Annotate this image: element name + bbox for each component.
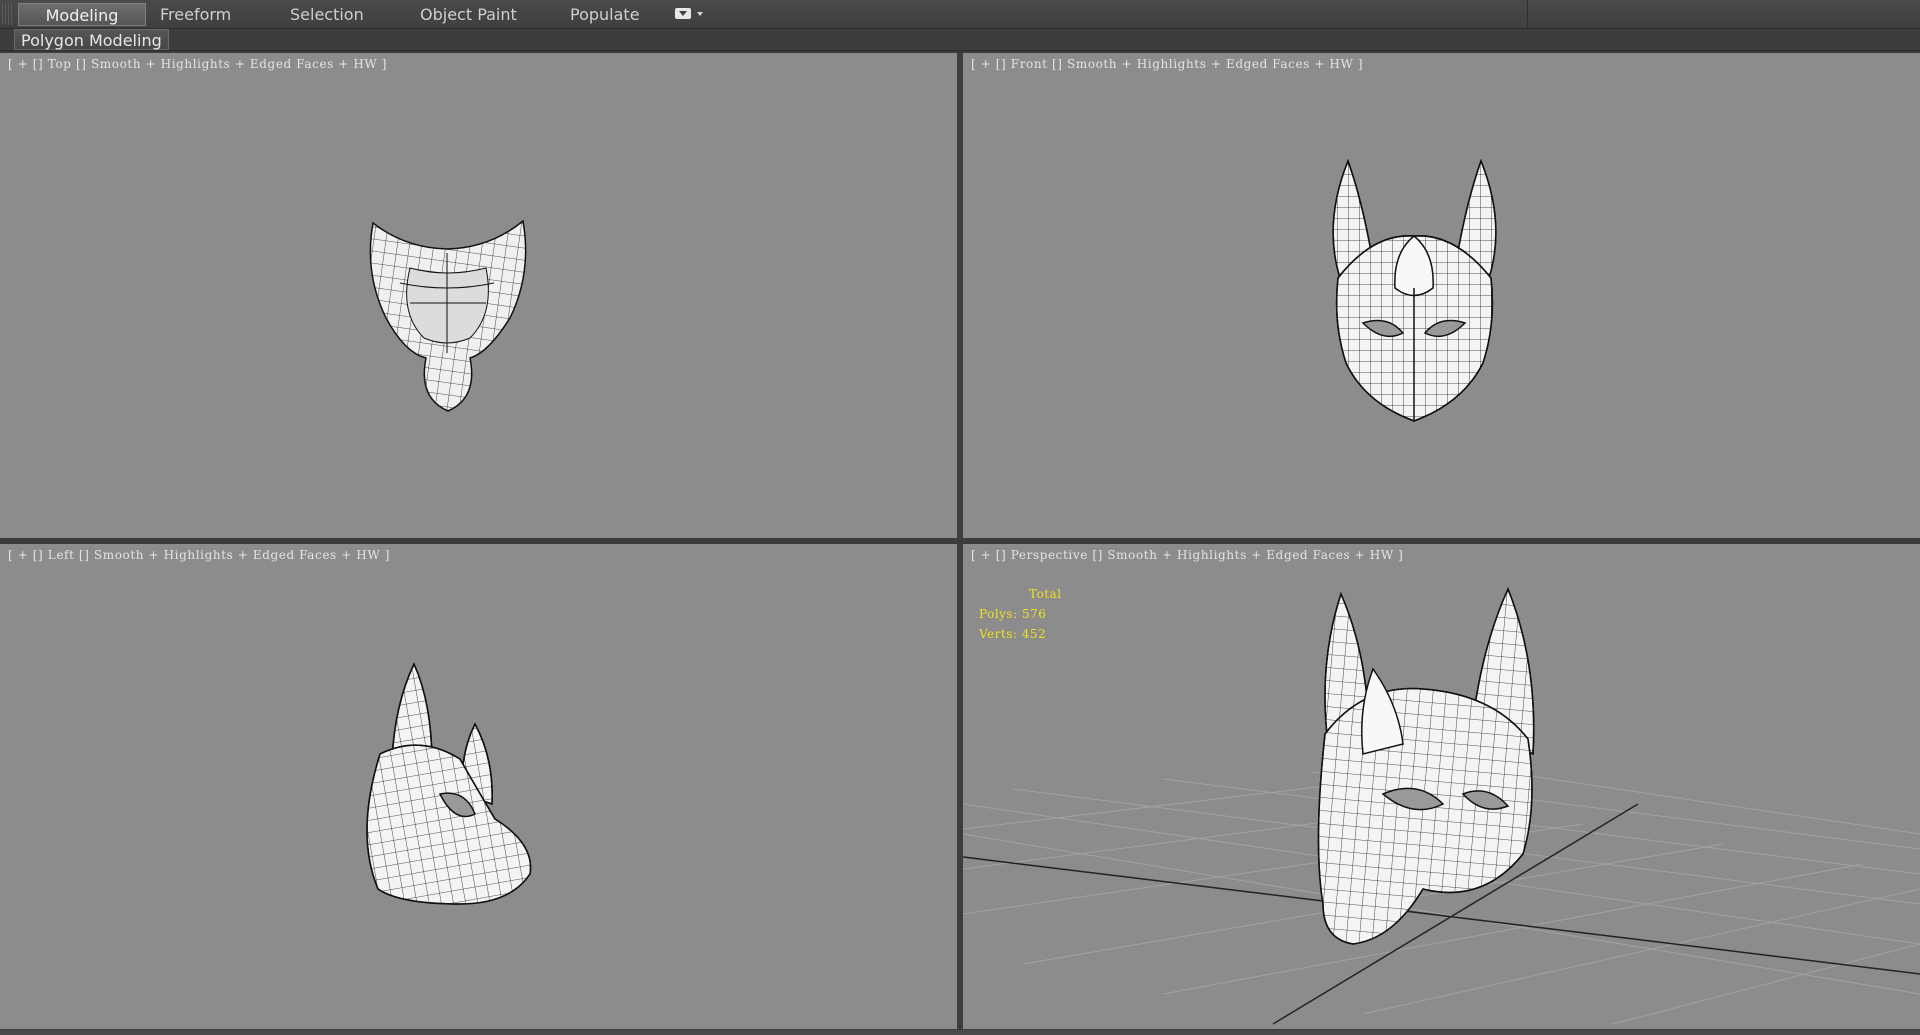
ribbon-tab-bar: Modeling Freeform Selection Object Paint… xyxy=(0,0,1920,29)
mesh-perspective-view xyxy=(963,587,1920,1025)
mesh-top-view xyxy=(369,219,527,412)
tab-populate[interactable]: Populate xyxy=(560,3,650,26)
tab-freeform[interactable]: Freeform xyxy=(150,3,241,26)
viewport-perspective[interactable]: [ + [] Perspective [] Smooth + Highlight… xyxy=(963,544,1920,1029)
viewport-top[interactable]: [ + [] Top [] Smooth + Highlights + Edge… xyxy=(0,53,957,538)
viewport-area: [ + [] Top [] Smooth + Highlights + Edge… xyxy=(0,51,1920,1035)
ribbon-divider xyxy=(1527,0,1528,28)
chevron-down-icon xyxy=(697,12,703,16)
ribbon-grip-handle[interactable] xyxy=(2,3,12,25)
viewport-bottom-strip xyxy=(0,1030,1920,1035)
tab-modeling[interactable]: Modeling xyxy=(18,3,146,26)
ribbon-options-button[interactable] xyxy=(675,8,707,22)
tab-object-paint[interactable]: Object Paint xyxy=(410,3,527,26)
mesh-front-view xyxy=(1332,158,1497,422)
mesh-left-view xyxy=(366,662,532,905)
ribbon-options-icon xyxy=(675,8,691,19)
tab-selection[interactable]: Selection xyxy=(280,3,374,26)
viewport-front[interactable]: [ + [] Front [] Smooth + Highlights + Ed… xyxy=(963,53,1920,538)
viewport-left[interactable]: [ + [] Left [] Smooth + Highlights + Edg… xyxy=(0,544,957,1029)
ribbon-panel: Polygon Modeling xyxy=(0,29,1920,51)
polygon-modeling-panel-button[interactable]: Polygon Modeling xyxy=(14,29,169,50)
